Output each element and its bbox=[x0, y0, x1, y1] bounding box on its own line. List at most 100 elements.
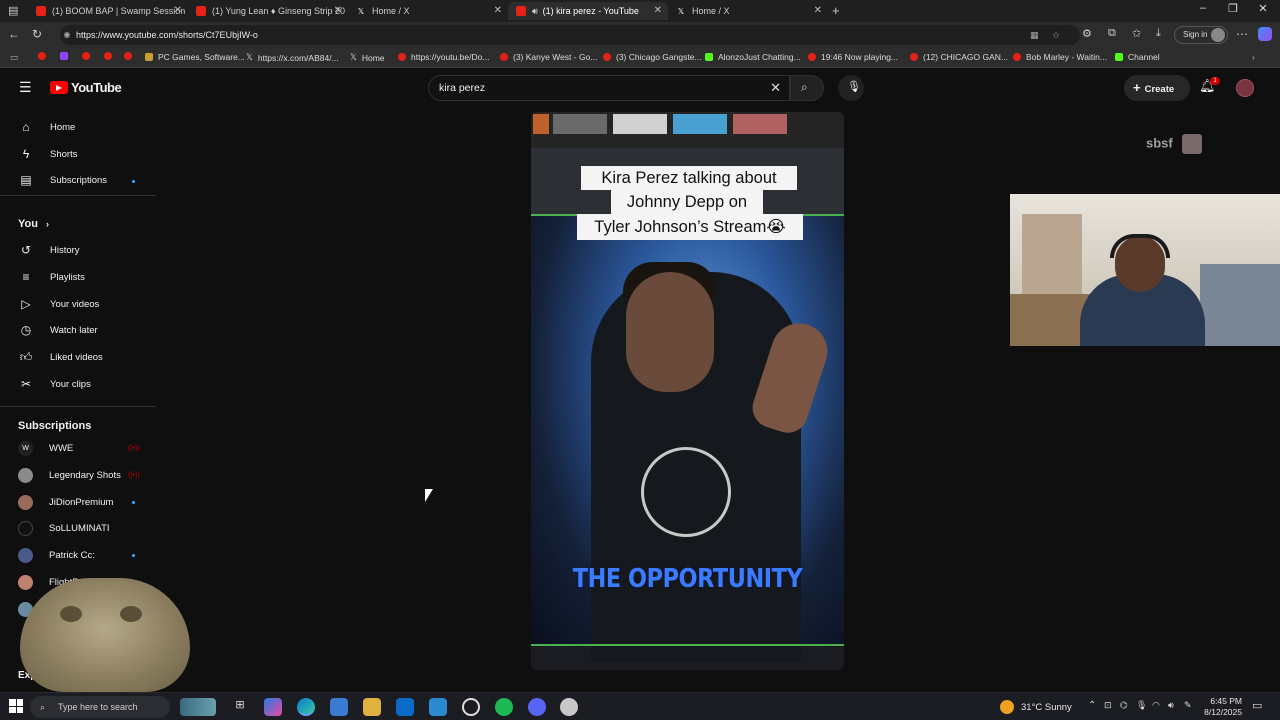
bookmark-twitch[interactable] bbox=[60, 52, 73, 60]
more-menu-icon[interactable]: ⋯ bbox=[1236, 27, 1248, 41]
bookmark-bob-marley[interactable]: Bob Marley - Waitin... bbox=[1013, 52, 1107, 62]
sidebar-item-history[interactable]: ↺ History bbox=[18, 238, 158, 262]
bookmark-youtu-be[interactable]: https://youtu.be/Do... bbox=[398, 52, 489, 62]
app-available-icon[interactable]: ▦ bbox=[1030, 25, 1039, 45]
split-screen-icon[interactable]: ⧉ bbox=[1108, 27, 1116, 40]
close-tab-icon[interactable]: ✕ bbox=[334, 5, 342, 16]
wifi-icon[interactable]: ◠ bbox=[1152, 700, 1160, 711]
bookmark-youtube[interactable] bbox=[38, 52, 51, 60]
app-icon[interactable] bbox=[462, 698, 480, 716]
weather-widget[interactable]: 31°C Sunny bbox=[1000, 700, 1072, 714]
chevron-right-icon[interactable]: › bbox=[1252, 52, 1255, 62]
extensions-icon[interactable]: ⚙ bbox=[1082, 27, 1092, 40]
discord-icon[interactable] bbox=[528, 698, 546, 716]
close-tab-icon[interactable]: ✕ bbox=[494, 5, 502, 16]
bookmark-youtube-3[interactable] bbox=[104, 52, 117, 60]
obs-icon[interactable] bbox=[560, 698, 578, 716]
tab-title: (1) kira perez - YouTube bbox=[542, 6, 639, 16]
bookmark-label: Home bbox=[361, 52, 385, 63]
favorites-icon[interactable]: ✩ bbox=[1132, 27, 1141, 40]
close-window-icon[interactable]: ✕ bbox=[1248, 2, 1278, 15]
search-input[interactable]: kira perez ✕ bbox=[428, 75, 790, 101]
bookmark-folder-icon[interactable]: ▭ bbox=[10, 52, 18, 63]
subscription-label: SoLLUMINATI bbox=[49, 522, 110, 534]
restore-icon[interactable]: ❐ bbox=[1218, 2, 1248, 15]
network-icon[interactable]: ⌬ bbox=[1120, 700, 1128, 711]
youtube-logo[interactable]: YouTube bbox=[50, 80, 122, 95]
task-view-icon[interactable]: ⊞ bbox=[231, 698, 249, 716]
bookmark-channel[interactable]: Channel bbox=[1115, 52, 1160, 62]
bookmark-x-ab84[interactable]: 𝕏https://x.com/AB84/... bbox=[246, 52, 339, 63]
windows-start-icon[interactable] bbox=[9, 699, 23, 713]
tab-actions-icon[interactable]: ▤ bbox=[8, 4, 18, 17]
chevron-right-icon: › bbox=[45, 219, 49, 229]
volume-icon[interactable]: 🔊︎ bbox=[1168, 700, 1174, 711]
bookmark-alonzo[interactable]: AlonzoJust Chatting... bbox=[705, 52, 801, 62]
clear-search-icon[interactable]: ✕ bbox=[770, 76, 781, 100]
address-bar[interactable]: ◉ https://www.youtube.com/shorts/Ct7EUbj… bbox=[60, 25, 1080, 45]
sidebar-item-liked-videos[interactable]: 👍︎ Liked videos bbox=[18, 345, 158, 369]
bookmark-now-playing[interactable]: 19:46 Now playing... bbox=[808, 52, 898, 62]
tab-yung-lean[interactable]: (1) Yung Lean ♦ Ginseng Strip 20 ✕ bbox=[188, 2, 348, 20]
sidebar-item-subscriptions[interactable]: ▤ Subscriptions bbox=[18, 168, 158, 192]
calculator-icon[interactable] bbox=[429, 698, 447, 716]
close-tab-icon[interactable]: ✕ bbox=[814, 5, 822, 16]
close-tab-icon[interactable]: ✕ bbox=[654, 5, 662, 16]
back-icon[interactable]: ← bbox=[8, 27, 20, 41]
bookmark-kanye[interactable]: (3) Kanye West - Go... bbox=[500, 52, 597, 62]
speaker-icon[interactable]: 🔊︎ bbox=[532, 6, 538, 17]
sidebar-section-you[interactable]: You › bbox=[18, 212, 158, 236]
voice-search-button[interactable]: 🎙︎ bbox=[838, 75, 864, 101]
copilot-app-icon[interactable] bbox=[264, 698, 282, 716]
sidebar-item-shorts[interactable]: ϟ Shorts bbox=[18, 142, 158, 166]
create-button[interactable]: + Create bbox=[1124, 75, 1190, 101]
bookmark-chicago-gangsters[interactable]: (3) Chicago Gangste... bbox=[603, 52, 702, 62]
refresh-icon[interactable]: ↻ bbox=[32, 27, 42, 41]
new-tab-icon[interactable]: + bbox=[832, 3, 840, 18]
site-info-icon[interactable]: ◉ bbox=[60, 25, 74, 45]
chevron-up-icon[interactable]: ⌃ bbox=[1088, 700, 1096, 711]
pen-icon[interactable]: ✎ bbox=[1184, 700, 1192, 711]
tab-home-x-2[interactable]: 𝕏 Home / X ✕ bbox=[668, 2, 828, 20]
search-button[interactable]: ⌕ bbox=[790, 75, 824, 101]
taskbar-search-input[interactable]: ⌕ Type here to search bbox=[30, 696, 170, 718]
sidebar-item-your-videos[interactable]: ▷ Your videos bbox=[18, 292, 158, 316]
widgets-icon[interactable] bbox=[180, 698, 216, 716]
account-avatar[interactable] bbox=[1236, 79, 1254, 97]
toad-overlay-image bbox=[20, 578, 190, 692]
subscription-item[interactable]: Patrick Cc: bbox=[18, 543, 158, 567]
outlook-icon[interactable] bbox=[396, 698, 414, 716]
store-icon[interactable] bbox=[330, 698, 348, 716]
notifications-center-icon[interactable]: ▭ bbox=[1252, 699, 1262, 712]
tab-kira-perez[interactable]: 🔊︎ (1) kira perez - YouTube ✕ bbox=[508, 2, 668, 20]
close-tab-icon[interactable]: ✕ bbox=[174, 5, 182, 16]
microphone-icon[interactable]: 🎙︎ bbox=[1136, 700, 1147, 711]
minimize-icon[interactable]: – bbox=[1188, 2, 1218, 14]
system-clock[interactable]: 6:45 PM 8/12/2025 bbox=[1196, 696, 1242, 718]
spotify-icon[interactable] bbox=[495, 698, 513, 716]
bookmark-chicago-gan[interactable]: (12) CHICAGO GAN... bbox=[910, 52, 1008, 62]
subscription-item[interactable]: SoLLUMINATI bbox=[18, 516, 158, 540]
sidebar-item-playlists[interactable]: ≡ Playlists bbox=[18, 265, 158, 289]
bookmark-home[interactable]: 𝕏 Home bbox=[350, 52, 385, 63]
copilot-icon[interactable] bbox=[1258, 27, 1272, 41]
edge-browser-icon[interactable] bbox=[297, 698, 315, 716]
favorite-star-icon[interactable]: ☆ bbox=[1052, 25, 1060, 45]
sign-in-button[interactable]: Sign in bbox=[1174, 26, 1228, 44]
your-videos-icon: ▷ bbox=[21, 297, 31, 311]
hamburger-menu-icon[interactable]: ☰ bbox=[19, 79, 32, 96]
tab-home-x-1[interactable]: 𝕏 Home / X ✕ bbox=[348, 2, 508, 20]
sidebar-item-home[interactable]: ⌂ Home bbox=[18, 115, 158, 139]
bookmark-pc-games[interactable]: PC Games, Software... bbox=[145, 52, 245, 62]
sidebar-item-watch-later[interactable]: ◷ Watch later bbox=[18, 318, 158, 342]
sidebar-item-your-clips[interactable]: ✂ Your clips bbox=[18, 372, 158, 396]
file-explorer-icon[interactable] bbox=[363, 698, 381, 716]
short-video-player[interactable]: Kira Perez talking about Johnny Depp on … bbox=[531, 112, 844, 670]
video-overlay-text: THE OPPORTUNITY bbox=[572, 564, 803, 594]
downloads-icon[interactable]: ⤓ bbox=[1156, 27, 1161, 40]
tab-boom-bap[interactable]: (1) BOOM BAP | Swamp Session ✕ bbox=[28, 2, 188, 20]
bookmark-youtube-4[interactable] bbox=[124, 52, 137, 60]
subscription-item[interactable]: JiDionPremium bbox=[18, 490, 158, 514]
bookmark-youtube-2[interactable] bbox=[82, 52, 95, 60]
tray-app-icon[interactable]: ⊡ bbox=[1104, 700, 1112, 711]
